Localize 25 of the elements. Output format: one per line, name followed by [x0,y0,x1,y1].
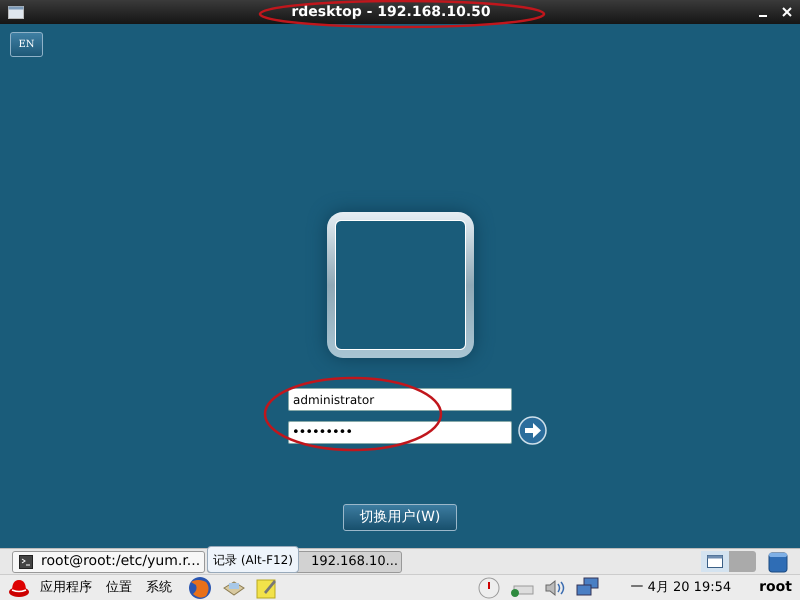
menu-item[interactable]: 应用程序 [40,578,92,598]
gauge-icon[interactable] [478,576,500,598]
window-icon [8,6,24,18]
keyboard-layout-button[interactable]: EN [10,32,43,57]
tooltip: 记录 (Alt-F12) [207,546,299,573]
username-field[interactable]: administrator [288,388,512,411]
password-field[interactable]: ••••••••• [288,421,512,444]
globe-icon[interactable] [188,576,212,600]
menu-item[interactable]: 系统 [146,578,172,598]
hat-icon[interactable] [8,578,30,598]
arrow-right-icon[interactable] [518,416,547,445]
trash-icon[interactable] [768,550,788,572]
clock[interactable]: 一 4月 20 19:54 [630,578,732,598]
taskbar-button[interactable]: root@root:/etc/yum.r... [12,550,205,572]
workspace-switcher[interactable] [701,551,756,572]
network-icon[interactable] [576,576,600,598]
window-title: rdesktop - 192.168.10.50 [291,5,491,19]
notepad-icon[interactable] [256,576,278,598]
close-icon[interactable] [782,7,792,17]
user-name[interactable]: root [759,577,792,598]
menu-item[interactable]: 位置 [106,578,132,598]
speaker-icon[interactable] [544,578,566,598]
switch-user-button[interactable]: 切换用户(W) [343,504,457,531]
window-icon [707,555,723,568]
terminal-icon [19,554,33,568]
